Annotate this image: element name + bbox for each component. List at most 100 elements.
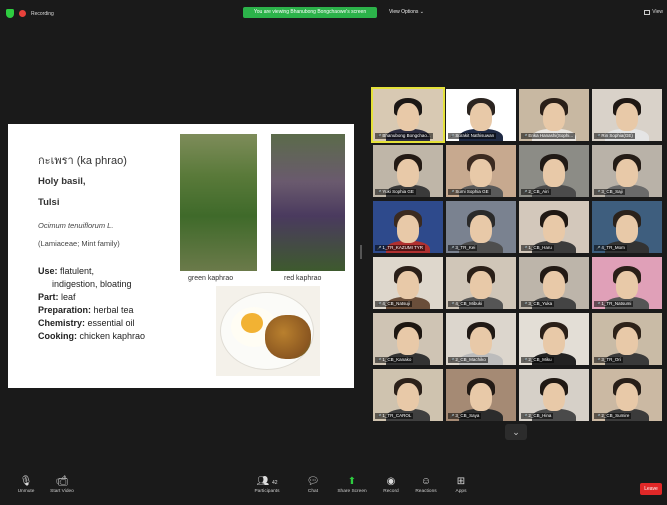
share-screen-label: Share Screen [337,489,367,494]
reactions-icon: ☺ [420,476,432,487]
participant-tile[interactable]: 2_CB_Machiko [446,313,516,365]
participant-tile[interactable]: 3_CB_Saji [592,145,662,197]
participant-face [397,327,419,355]
participant-tile[interactable]: Erika Hanashi(Sophi... [519,89,589,141]
share-screen-button[interactable]: ⬆ Share Screen [332,474,372,494]
participant-tile[interactable]: 2_CB_Miku [519,313,589,365]
participant-name: 1_TR_KAZUMI TYR [375,245,426,251]
participant-face [397,159,419,187]
use-value2: indigestion, bloating [52,279,132,289]
view-button[interactable]: View [644,9,663,15]
participant-tile[interactable]: 4_CB_Natsuji [373,257,443,309]
participant-name: Bhanubong Bongchao... [375,133,433,139]
slide-name1: Holy basil, [38,176,86,187]
participant-name: 3_CB_Saya [448,413,482,419]
participant-tile[interactable]: 3_TR_Ori [592,313,662,365]
slide-name2: Tulsi [38,197,60,208]
participant-face [543,215,565,243]
viewing-screen-banner: You are viewing Bhanubong Bongchaowe's s… [243,7,377,18]
cook-value: chicken kaphrao [77,331,146,341]
participant-name: 3_TR_Ori [594,357,623,363]
participant-name: 2_CB_Hina [521,413,554,419]
participant-name: 2_CB_Sumire [594,413,632,419]
apps-icon: ⊞ [456,476,466,487]
participant-tile[interactable]: 3_TR_Kei [446,201,516,253]
participant-tile[interactable]: Surakit Nathisuwan [446,89,516,141]
participant-tile[interactable]: Yuki Sophia GE [373,145,443,197]
meeting-toolbar: 🎙︎ Unmute 📹︎ Start Video 👥︎ 42 Participa… [0,471,667,505]
participant-face [397,271,419,299]
participant-tile[interactable]: 1_CB_Kanako [373,313,443,365]
gallery-scroll-down-button[interactable]: ⌄ [505,424,527,440]
split-view-handle[interactable] [360,245,362,259]
view-options-button[interactable]: View Options ⌄ [389,7,424,18]
slide-thai-name: กะเพรา (ka phrao) [38,155,127,167]
participants-button[interactable]: 👥︎ 42 Participants [247,474,287,494]
recording-indicator: Recording [6,9,54,18]
participant-face [543,159,565,187]
microphone-muted-icon: 🎙︎ [19,476,33,487]
green-kaphrao-photo [180,134,257,271]
view-label: View [652,9,663,15]
top-bar: Recording You are viewing Bhanubong Bong… [0,0,667,26]
participant-tile[interactable]: 3_CB_Yuka [519,257,589,309]
record-dot-icon [19,10,26,17]
participant-tile[interactable]: 1_TR_CAROL [373,369,443,421]
chem-value: essential oil [85,318,135,328]
participants-count: 42 [271,480,278,486]
reactions-button[interactable]: ☺ Reactions [406,474,446,494]
participant-tile[interactable]: 2_CB_Airi [519,145,589,197]
participant-tile[interactable]: Sumi Sophia GE [446,145,516,197]
chat-icon: 💬︎ [306,476,320,487]
record-button[interactable]: ◉ Record [371,474,411,494]
participant-tile[interactable]: 4_CB_Mibuki [446,257,516,309]
participant-name: 4_CB_Natsuji [375,301,412,307]
chat-button[interactable]: 💬︎ Chat [293,474,333,494]
slide-family: (Lamiaceae; Mint family) [38,239,120,248]
participant-tile[interactable]: 4_TR_Mom [592,201,662,253]
participant-tile[interactable]: 1_TR_Natsumi [592,257,662,309]
participant-tile[interactable]: 2_CB_Sumire [592,369,662,421]
participant-name: Surakit Nathisuwan [448,133,497,139]
participant-tile[interactable]: 3_CB_Saya [446,369,516,421]
participant-face [470,327,492,355]
prep-value: herbal tea [91,305,134,315]
record-icon: ◉ [386,476,396,487]
video-off-icon: 📹︎ [55,476,69,487]
chem-label: Chemistry: [38,318,86,328]
participant-name: 3_CB_Yuka [521,301,555,307]
start-video-label: Start Video [50,489,74,494]
slide-details: Use: flatulent, indigestion, bloating Pa… [38,265,145,343]
participant-tile[interactable]: 2_CB_Hina [519,369,589,421]
prep-label: Preparation: [38,305,92,315]
participant-face [616,327,638,355]
apps-label: Apps [455,489,467,494]
shield-icon [6,9,14,18]
start-video-button[interactable]: 📹︎ Start Video [42,474,82,494]
participant-name: 3_TR_Kei [448,245,478,251]
participant-name: Yuki Sophia GE [375,189,416,195]
grid-icon [644,9,651,15]
leave-button[interactable]: Leave [640,483,662,495]
unmute-button[interactable]: 🎙︎ Unmute [6,474,46,494]
shared-slide: กะเพรา (ka phrao) Holy basil, Tulsi Ocim… [8,124,354,388]
participant-face [397,215,419,243]
participant-face [470,159,492,187]
unmute-label: Unmute [17,489,35,494]
participant-face [616,271,638,299]
part-label: Part: [38,292,59,302]
participant-face [470,271,492,299]
participant-tile[interactable]: Rin Sophia(GE) [592,89,662,141]
participant-tile[interactable]: 1_TR_KAZUMI TYR [373,201,443,253]
share-screen-icon: ⬆ [347,476,357,487]
apps-button[interactable]: ⊞ Apps [441,474,481,494]
participant-face [543,103,565,131]
record-label: Record [383,489,399,494]
stir-fry [265,315,311,359]
participant-name: 1_CB_Kanako [375,357,414,363]
participant-face [616,103,638,131]
reactions-label: Reactions [415,489,437,494]
participant-tile[interactable]: Bhanubong Bongchao... [371,87,445,143]
participant-tile[interactable]: 1_CB_Haru [519,201,589,253]
use-label: Use: [38,266,58,276]
